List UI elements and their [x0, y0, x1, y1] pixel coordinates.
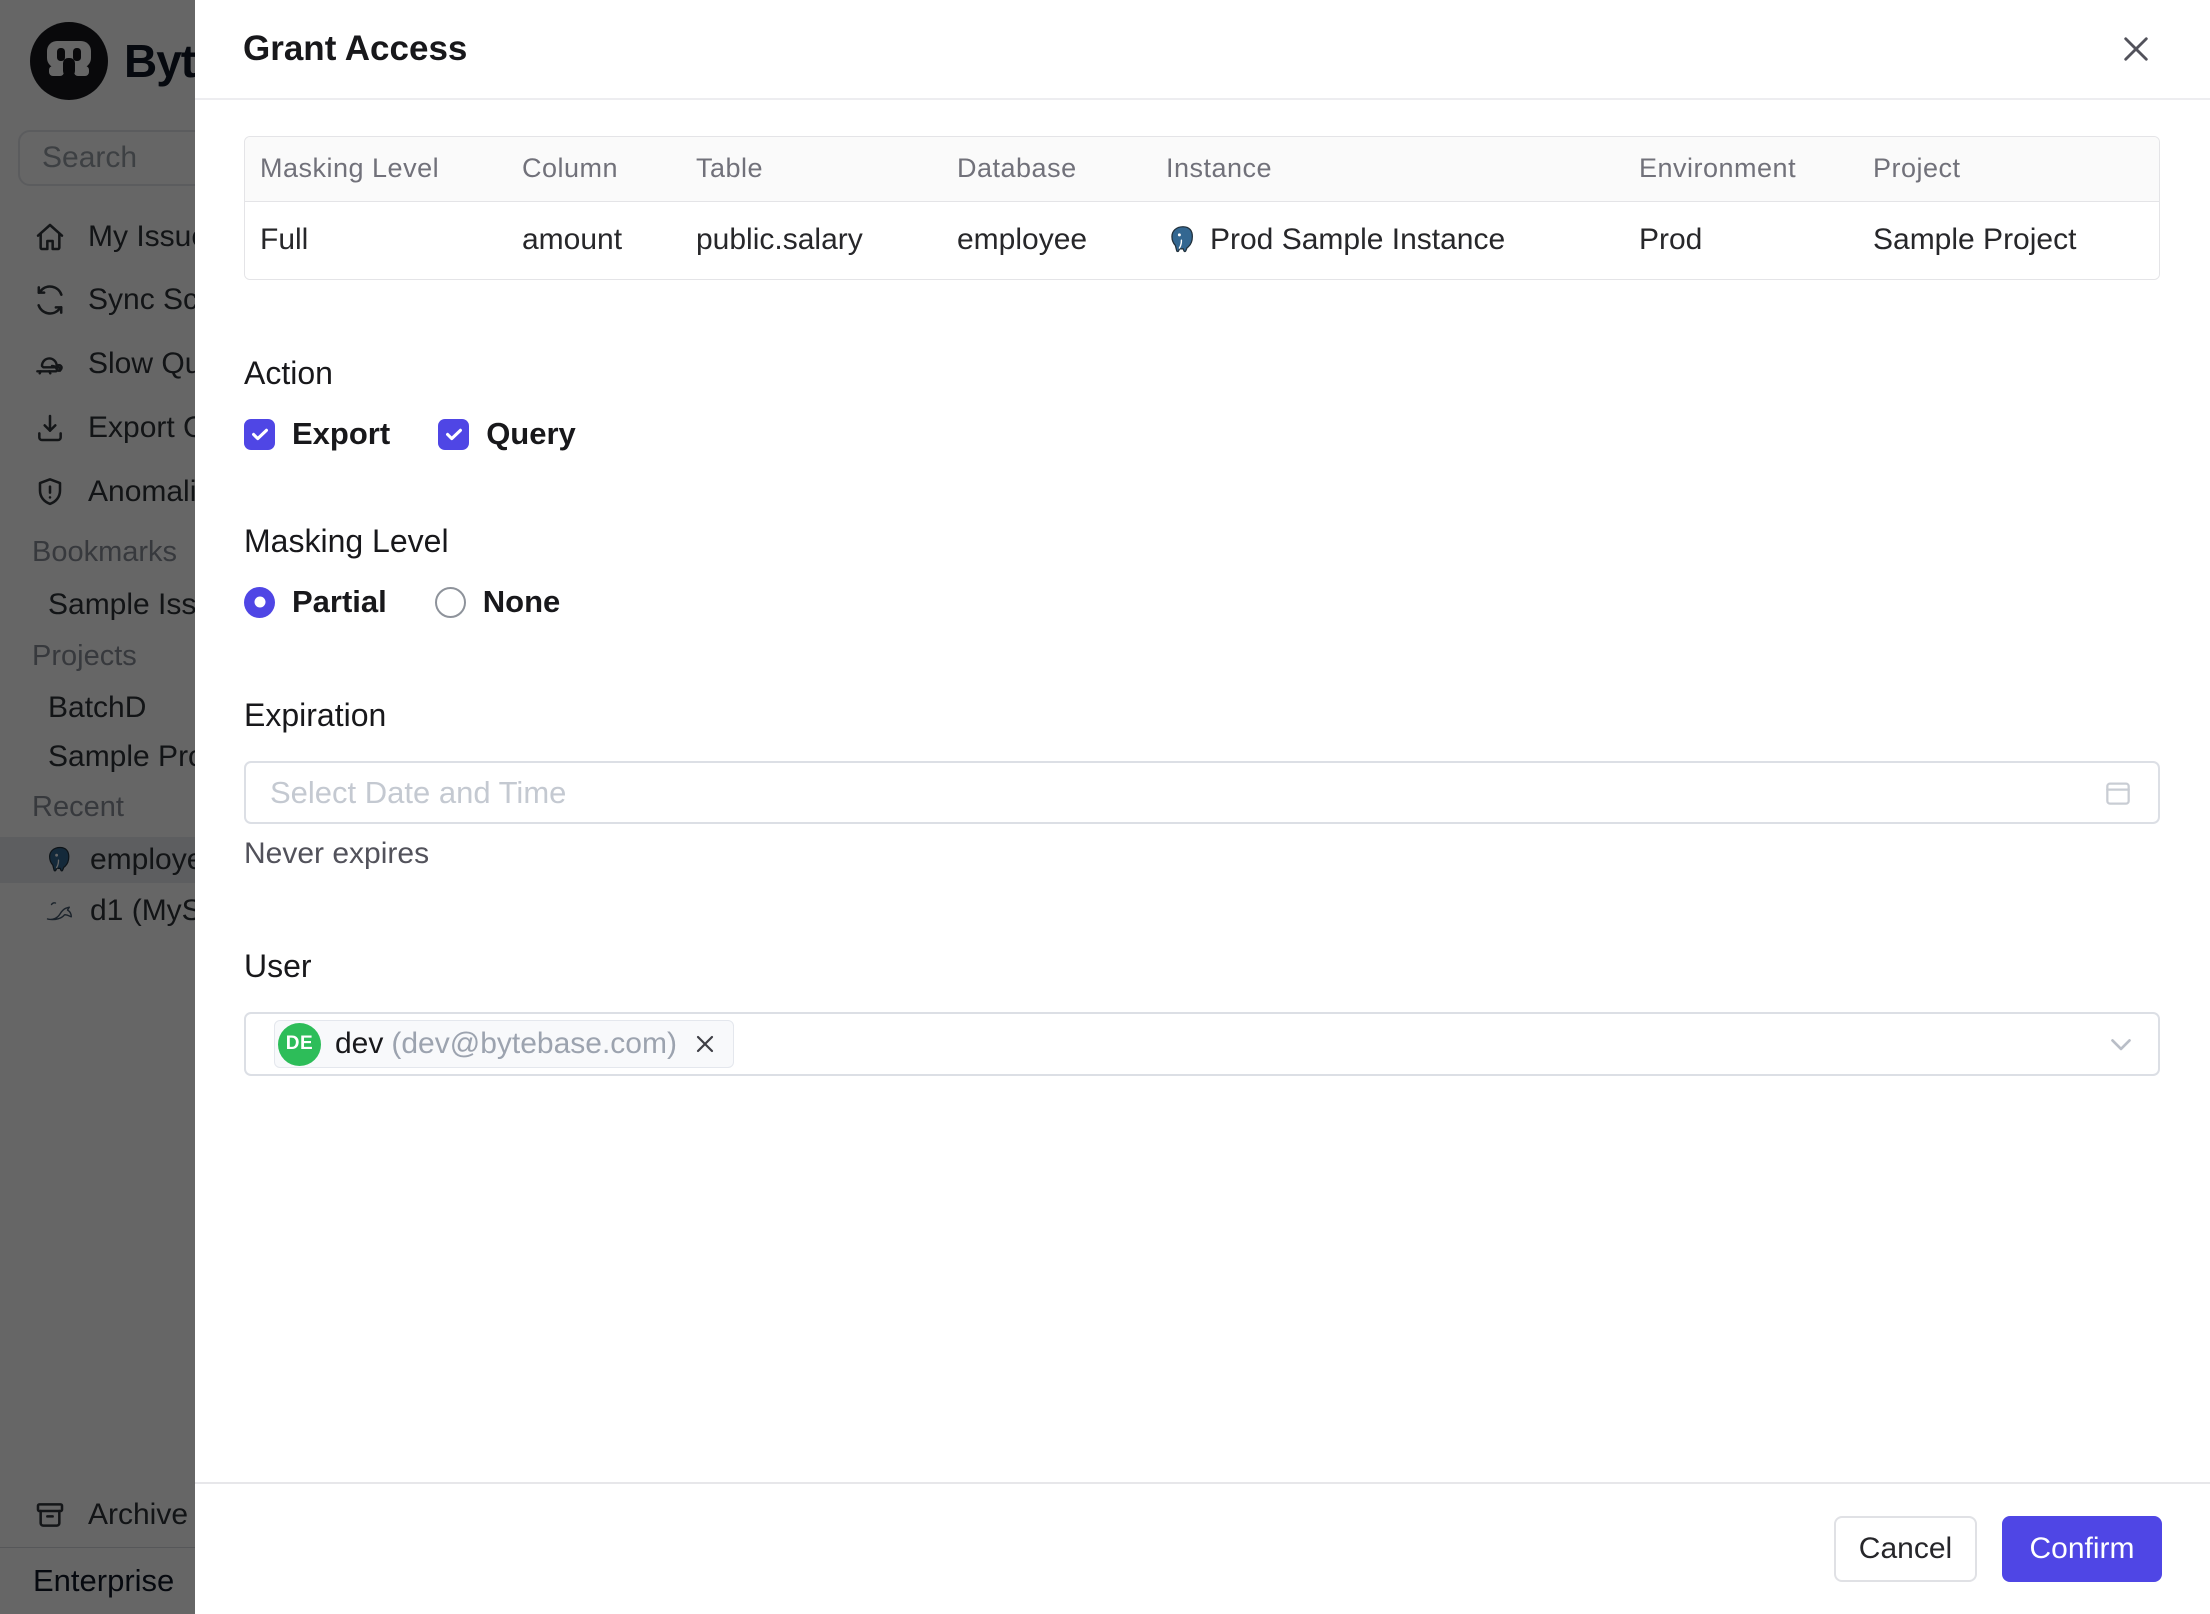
partial-radio[interactable]: Partial — [244, 584, 387, 620]
masking-radio-group: Partial None — [244, 584, 2160, 620]
expiration-section-title: Expiration — [244, 697, 387, 733]
resource-table: Masking Level Column Table Database Inst… — [244, 136, 2160, 280]
modal-header: Grant Access — [195, 0, 2210, 100]
column-header-masking-level: Masking Level — [245, 137, 507, 202]
table-header-row: Masking Level Column Table Database Inst… — [245, 137, 2159, 202]
checkbox-label: Export — [292, 416, 391, 451]
confirm-button[interactable]: Confirm — [2002, 1516, 2162, 1582]
checkbox-checked-icon — [244, 418, 275, 450]
modal-body: Masking Level Column Table Database Inst… — [195, 100, 2210, 1482]
chevron-down-icon — [2104, 1027, 2138, 1061]
close-icon[interactable] — [2114, 27, 2158, 71]
cell-masking-level: Full — [260, 223, 309, 257]
column-header-project: Project — [1858, 137, 2159, 202]
date-input-placeholder: Select Date and Time — [270, 774, 567, 810]
column-header-environment: Environment — [1624, 137, 1858, 202]
radio-unselected-icon — [434, 586, 466, 618]
column-header-database: Database — [942, 137, 1151, 202]
user-name: dev — [335, 1027, 384, 1060]
modal-title: Grant Access — [243, 29, 468, 68]
column-header-table: Table — [681, 137, 942, 202]
cancel-button[interactable]: Cancel — [1834, 1516, 1977, 1582]
table-row: Full amount public.salary employee Prod … — [245, 201, 2159, 279]
radio-label: None — [482, 584, 561, 619]
checkbox-checked-icon — [438, 418, 470, 450]
cell-table: public.salary — [696, 223, 863, 257]
selected-user-tag: DE dev (dev@bytebase.com) — [274, 1020, 734, 1068]
column-header-column: Column — [507, 137, 681, 202]
remove-user-icon[interactable] — [691, 1030, 719, 1058]
action-section-title: Action — [244, 355, 333, 391]
expiration-note: Never expires — [244, 837, 430, 870]
user-email: (dev@bytebase.com) — [391, 1027, 677, 1060]
grant-access-modal: Grant Access Masking Level Column Table … — [195, 0, 2210, 1614]
cell-database: employee — [957, 223, 1088, 257]
none-radio[interactable]: None — [434, 584, 561, 620]
radio-label: Partial — [292, 584, 387, 619]
modal-footer: Cancel Confirm — [195, 1482, 2210, 1614]
cell-project: Sample Project — [1873, 223, 2077, 257]
user-select[interactable]: DE dev (dev@bytebase.com) — [244, 1012, 2160, 1076]
export-checkbox[interactable]: Export — [244, 416, 390, 452]
cell-environment: Prod — [1639, 223, 1703, 257]
query-checkbox[interactable]: Query — [438, 416, 576, 452]
avatar: DE — [278, 1022, 321, 1066]
radio-selected-icon — [244, 586, 275, 618]
cell-instance: Prod Sample Instance — [1151, 201, 1624, 279]
user-section-title: User — [244, 948, 312, 984]
action-checkbox-group: Export Query — [244, 416, 2160, 452]
cell-column: amount — [522, 223, 623, 257]
instance-name: Prod Sample Instance — [1210, 223, 1506, 257]
masking-section-title: Masking Level — [244, 523, 449, 559]
postgresql-icon — [1166, 223, 1200, 257]
checkbox-label: Query — [486, 416, 576, 451]
expiration-date-input[interactable]: Select Date and Time — [244, 761, 2160, 824]
calendar-icon — [2102, 777, 2134, 809]
column-header-instance: Instance — [1151, 137, 1624, 202]
